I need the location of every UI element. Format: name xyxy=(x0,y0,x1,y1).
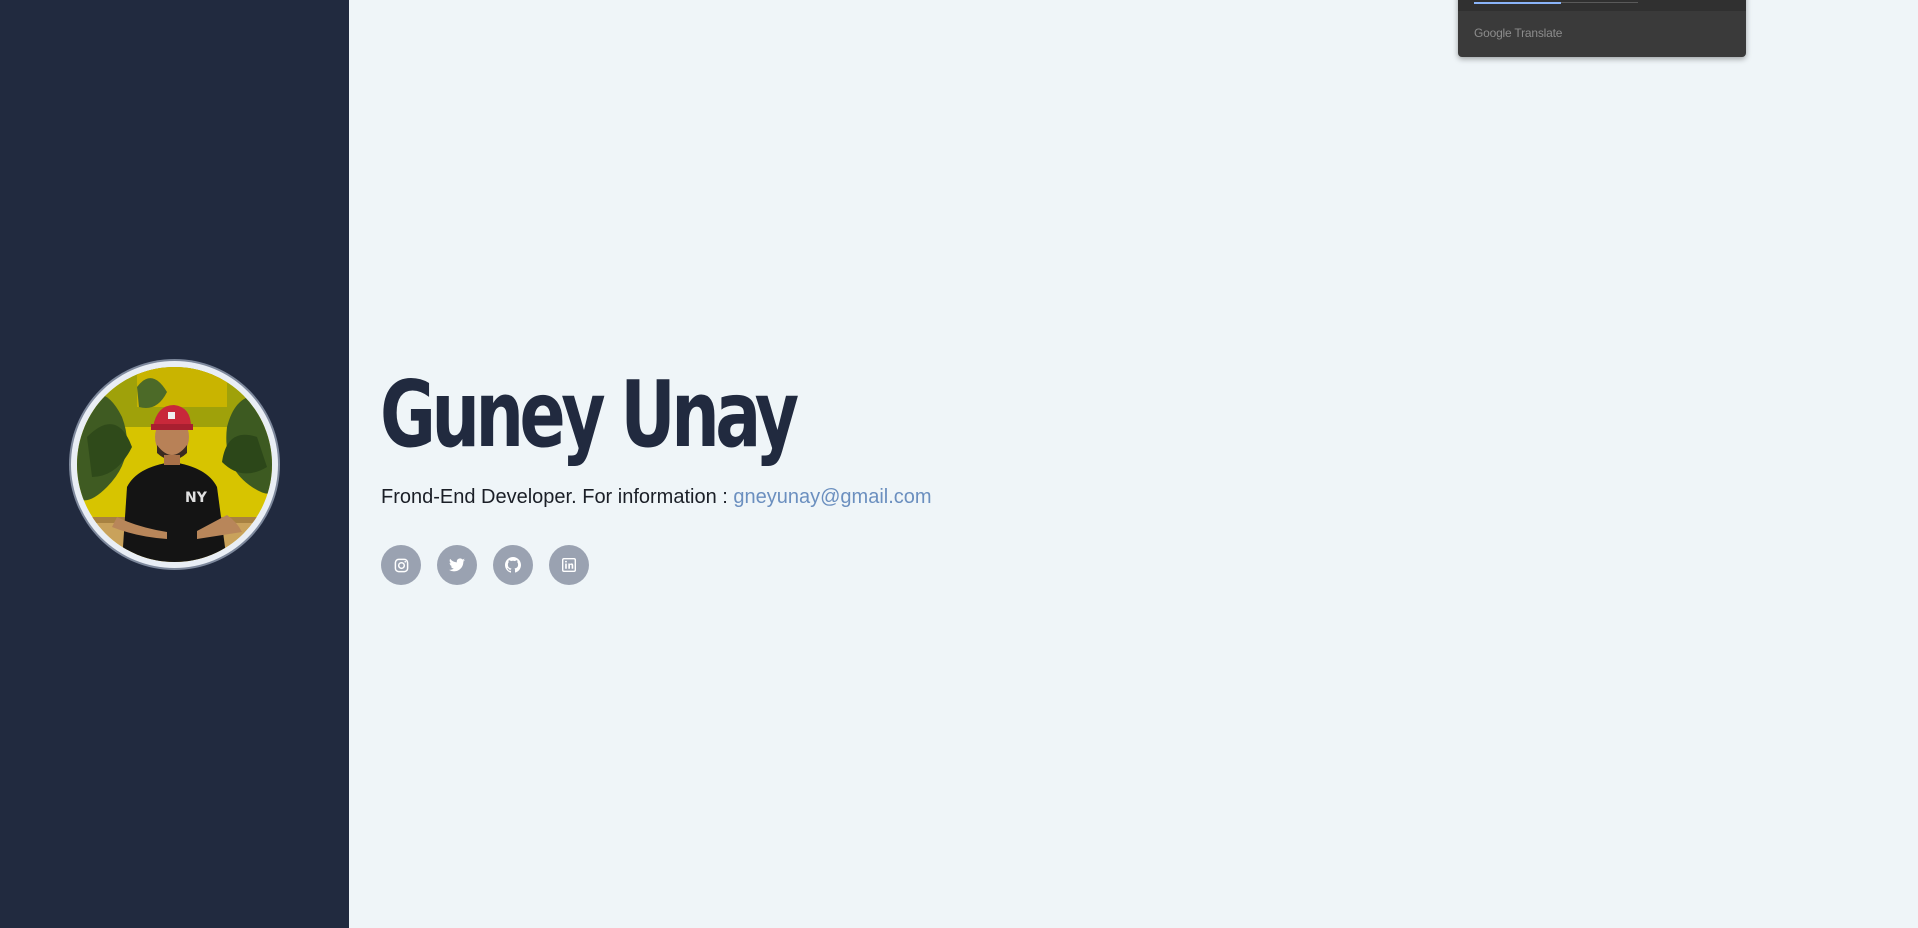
google-translate-popup: Google Translate xyxy=(1458,0,1746,57)
page-title: Guney Unay xyxy=(380,361,799,468)
main-content: Guney Unay Frond-End Developer. For info… xyxy=(349,0,1918,928)
linkedin-button[interactable] xyxy=(549,545,589,585)
twitter-icon xyxy=(449,558,465,572)
sidebar: NY xyxy=(0,0,349,928)
twitter-button[interactable] xyxy=(437,545,477,585)
instagram-button[interactable] xyxy=(381,545,421,585)
instagram-icon xyxy=(394,558,408,572)
translate-header xyxy=(1458,0,1746,11)
social-links xyxy=(381,545,589,585)
tagline: Frond-End Developer. For information : g… xyxy=(381,486,932,509)
email-link[interactable]: gneyunay@gmail.com xyxy=(733,486,931,508)
avatar-frame: NY xyxy=(71,361,278,568)
translate-label: Google Translate xyxy=(1474,26,1563,40)
avatar: NY xyxy=(77,367,272,562)
tagline-text: Frond-End Developer. For information : xyxy=(381,486,734,508)
translate-tab-indicator xyxy=(1474,2,1561,4)
github-button[interactable] xyxy=(493,545,533,585)
svg-text:NY: NY xyxy=(185,490,208,506)
translate-tab-divider xyxy=(1561,2,1638,3)
linkedin-icon xyxy=(562,558,576,572)
github-icon xyxy=(505,557,521,573)
